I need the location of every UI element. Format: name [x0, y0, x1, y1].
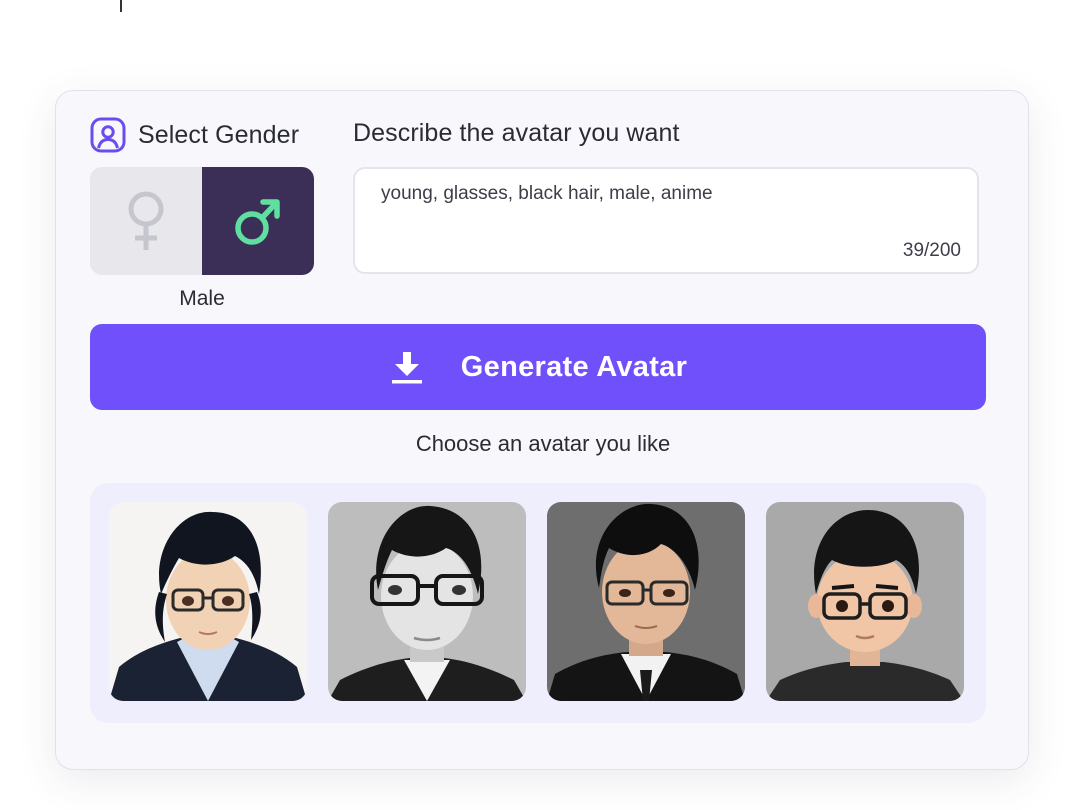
selected-gender-label: Male: [179, 287, 225, 310]
generate-avatar-button[interactable]: Generate Avatar: [90, 324, 986, 410]
generate-avatar-label: Generate Avatar: [460, 350, 688, 383]
female-symbol-icon: [128, 191, 164, 250]
avatar-image-grayscale-portrait: [328, 502, 526, 701]
select-gender-label: Select Gender: [138, 120, 300, 149]
text-cursor: [120, 0, 122, 12]
download-icon: [391, 352, 422, 384]
avatar-option-3[interactable]: [547, 502, 745, 701]
choose-avatar-caption: Choose an avatar you like: [415, 431, 671, 456]
male-symbol-icon: [235, 199, 280, 245]
avatar-gallery: [90, 483, 986, 723]
avatar-option-2[interactable]: [328, 502, 526, 701]
avatar-generator-card: Select Gender Describe the avatar you wa…: [55, 90, 1029, 770]
describe-avatar-heading: Describe the avatar you want: [353, 119, 680, 147]
avatar-image-anime-color: [109, 502, 307, 701]
avatar-description-input[interactable]: young, glasses, black hair, male, anime …: [353, 167, 979, 274]
character-counter: 39/200: [902, 240, 961, 261]
male-option[interactable]: [202, 167, 314, 275]
avatar-option-1[interactable]: [109, 502, 307, 701]
avatar-image-realistic-dark: [547, 502, 745, 701]
female-option[interactable]: [90, 167, 202, 275]
gender-toggle: [90, 167, 314, 275]
avatar-image-3d-cartoon: [766, 502, 964, 701]
avatar-option-4[interactable]: [766, 502, 964, 701]
select-gender-header: Select Gender: [90, 117, 299, 153]
user-icon: [90, 117, 126, 153]
avatar-description-value: young, glasses, black hair, male, anime: [381, 183, 713, 204]
